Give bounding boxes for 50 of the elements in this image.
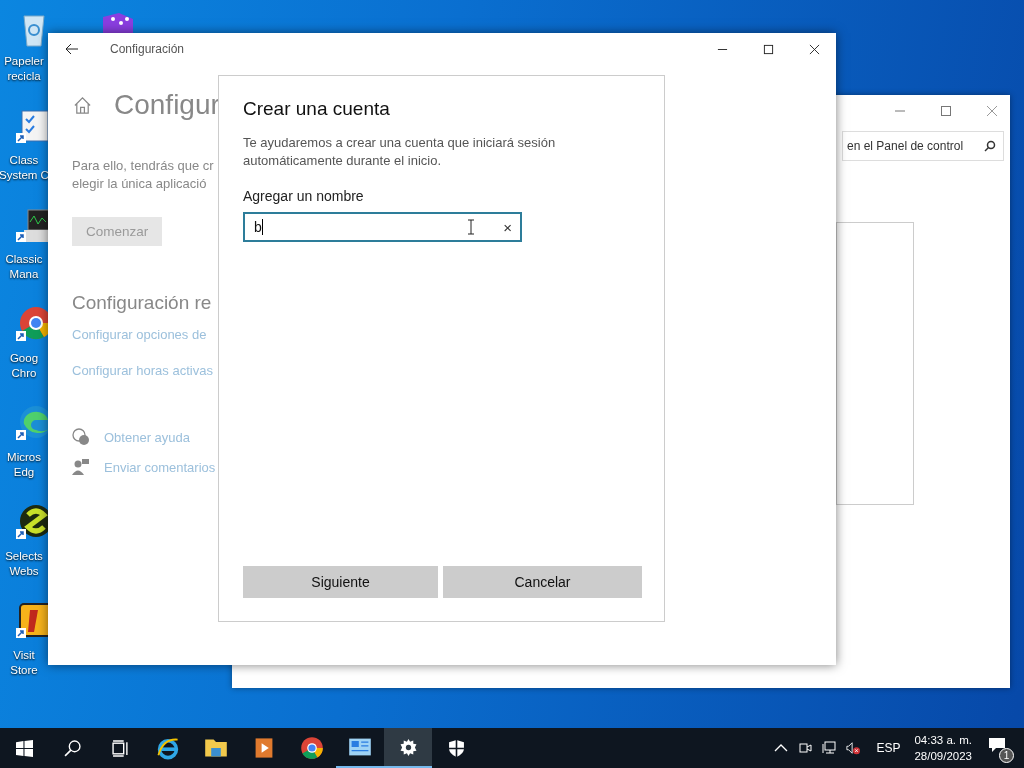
icon-label: recicla [7, 69, 41, 84]
icon-label: Selects [5, 549, 43, 564]
close-icon[interactable] [809, 43, 820, 55]
section-heading: Configuración re [72, 292, 212, 314]
icon-label: Store [10, 663, 38, 678]
icon-label: Webs [9, 564, 39, 579]
icon-label: Classic [5, 252, 43, 267]
icon-label: System C [0, 168, 49, 183]
network-icon[interactable] [822, 741, 837, 755]
dialog-title: Crear una cuenta [243, 98, 390, 120]
taskbar-button[interactable] [384, 728, 432, 768]
muted-speaker-icon[interactable] [846, 741, 861, 755]
dialog-description: Te ayudaremos a crear una cuenta que iniciará sesión automáticamente durante el inicio. [243, 134, 557, 170]
icon-label: Class [9, 153, 39, 168]
icon-label: Edg [13, 465, 35, 480]
icon-label: Goog [9, 351, 39, 366]
page-heading: Configur [114, 89, 220, 121]
back-arrow-icon[interactable] [65, 43, 79, 55]
shield-icon [447, 739, 465, 757]
gear-icon [399, 738, 417, 756]
description-text: Para ello, tendrás que cr elegir la única aplicació [72, 157, 214, 193]
clear-button[interactable]: × [503, 218, 512, 236]
search-icon[interactable] [984, 140, 996, 152]
search-field[interactable]: en el Panel de control [842, 131, 1004, 161]
camera-icon[interactable] [798, 741, 813, 755]
task-view-icon [111, 739, 129, 757]
cancel-button[interactable]: Cancelar [443, 566, 642, 598]
windows-logo-icon [15, 739, 33, 757]
icon-label: Mana [9, 267, 39, 282]
help-chat-icon [72, 428, 90, 446]
text-cursor-icon [467, 219, 476, 235]
chrome-icon [300, 736, 324, 760]
home-icon[interactable] [73, 95, 92, 115]
icon-label: Visit [13, 648, 35, 663]
next-button[interactable]: Siguiente [243, 566, 438, 598]
name-field[interactable]: b × [243, 212, 522, 242]
notification-icon[interactable] [988, 737, 1006, 753]
feedback-icon [72, 458, 90, 476]
clock-date[interactable]: 28/09/2023 [914, 748, 972, 764]
clock-time[interactable]: 04:33 a. m. [914, 732, 972, 748]
window-title: Configuración [110, 42, 185, 56]
language-indicator[interactable]: ESP [876, 741, 901, 755]
search-icon [63, 739, 81, 757]
internet-explorer-icon [156, 736, 180, 760]
icon-label: Papeler [4, 54, 44, 69]
notification-count: 1 [999, 748, 1014, 763]
maximize-icon[interactable] [763, 43, 774, 55]
icon-label: Micros [7, 450, 41, 465]
field-label: Agregar un nombre [243, 188, 364, 204]
icon-label: Chro [11, 366, 37, 381]
